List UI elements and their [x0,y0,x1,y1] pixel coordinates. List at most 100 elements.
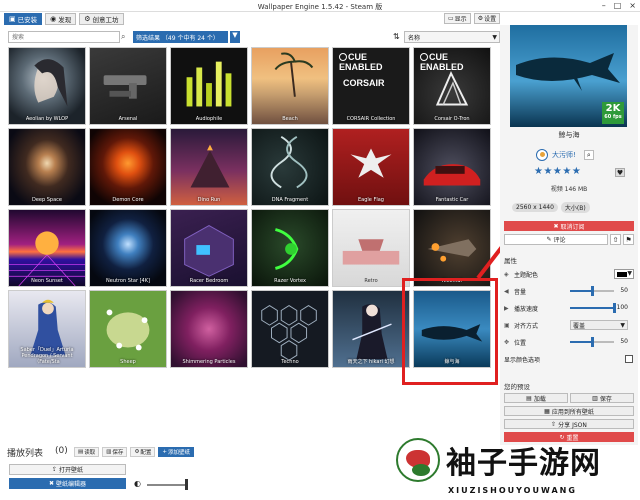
wallpaper-editor-button[interactable]: ✖ 壁纸编辑器 [9,478,126,489]
share-json-label: 分享 JSON [558,421,587,429]
wallpaper-title: Beach [282,116,298,122]
main-tabs: ▣ 已安装 ◉ 发现 ⚙ 创意工坊 [4,13,124,25]
wallpaper-tile[interactable]: CUE ENABLED Corsair O-Tron [413,47,491,125]
brightness-slider-track[interactable] [147,484,187,486]
monitor-icon: ▣ [9,15,16,23]
add-label: 添加壁纸 [168,450,191,456]
volume-slider[interactable] [570,286,614,296]
wallpaper-tile[interactable]: Sheep [89,290,167,368]
color-picker[interactable]: ▼ [614,269,634,279]
settings-button[interactable]: ⚙ 设置 [473,13,501,24]
window-title: Wallpaper Engine 1.5.42 - Steam 版 [257,3,383,11]
wallpaper-tile[interactable]: Saber「Duel」Arturia Pendragon / Servant（F… [8,290,86,368]
brightness-slider-handle[interactable] [185,479,188,490]
wallpaper-title: Arsenal [118,116,138,122]
folder-icon: ▤ [526,394,532,402]
wallpaper-thumbnail [435,71,469,106]
funnel-icon[interactable]: ▼ [230,31,240,43]
wallpaper-tile[interactable]: Techno [251,290,329,368]
search-icon[interactable]: ⌕ [121,32,125,42]
wallpaper-tile[interactable]: Racer Bedroom [170,209,248,287]
comment-button[interactable]: ✎ 评论 [504,234,608,245]
wallpaper-title: Dino Run [197,197,221,203]
wallpaper-tile[interactable]: Arsenal [89,47,167,125]
wallpaper-tile[interactable]: Audiophile [170,47,248,125]
plus-icon: + [162,449,167,455]
wallpaper-thumbnail [34,59,68,107]
maximize-icon[interactable]: □ [614,1,622,10]
add-wallpaper-button[interactable]: + 添加壁纸 [158,447,195,457]
tab-installed[interactable]: ▣ 已安装 [4,13,43,25]
position-slider[interactable] [570,337,614,347]
sort-direction-icon[interactable]: ⇅ [393,32,400,41]
highlight-box [402,278,498,385]
wallpaper-thumbnail [106,309,150,351]
tab-discover[interactable]: ◉ 发现 [45,13,77,25]
filter-bar: ⌕ 筛选结果 （49 个中有 24 个） ▼ ⇅ 名称 ▼ [8,31,500,43]
wallpaper-tile[interactable]: Aeolian by WLOP [8,47,86,125]
wallpaper-tile[interactable]: Dino Run [170,128,248,206]
load-playlist-button[interactable]: ▤ 读取 [74,447,100,457]
open-wallpaper-button[interactable]: ⇪ 打开壁纸 [9,464,126,475]
wallpaper-tile[interactable]: Beach [251,47,329,125]
comment-row: ✎ 评论 ⇧ ⚑ [504,234,634,245]
favorite-heart-icon[interactable]: ♥ [615,168,625,177]
author-name[interactable]: 大污师! [552,150,576,160]
show-color-checkbox[interactable] [625,355,633,363]
comment-label: 评论 [553,237,566,244]
filter-results-button[interactable]: 筛选结果 （49 个中有 24 个） [133,31,228,43]
avatar[interactable] [536,149,548,161]
search-input[interactable] [8,31,120,43]
wallpaper-thumbnail [350,148,392,178]
share-json-button[interactable]: ⇧ 分享 JSON [504,419,634,429]
resolution-badge: 2K [605,103,621,114]
sort-select[interactable]: 名称 ▼ [404,31,500,43]
wallpaper-tile[interactable]: Demon Core [89,128,167,206]
wallpaper-tile[interactable]: Razer Vortex [251,209,329,287]
minimize-icon[interactable]: – [602,1,606,10]
alignment-select[interactable]: 覆盖 ▼ [570,320,628,330]
save-playlist-button[interactable]: ▥ 保存 [102,447,128,457]
apply-all-button[interactable]: ▦ 应用到所有壁纸 [504,406,634,416]
wallpaper-tile[interactable]: Shimmering Particles [170,290,248,368]
configure-playlist-button[interactable]: ⚙ 配置 [130,447,156,457]
wallpaper-tile[interactable]: Neutron Star [4K] [89,209,167,287]
wallpaper-tile[interactable]: 雨天之下 hikari 幻想 [332,290,410,368]
save-preset-button[interactable]: ▥ 保存 [570,393,634,403]
wallpaper-tile[interactable]: DNA Fragment [251,128,329,206]
size-pill: 大小(B) [560,202,590,213]
share-icon[interactable]: ⇧ [610,234,621,245]
wallpaper-tile[interactable]: Neon Sunset [8,209,86,287]
playlist-title: 播放列表 [7,449,44,459]
cue-logo: CUE ENABLED [339,52,383,72]
wallpaper-title: Demon Core [112,197,144,203]
search-author-icon[interactable]: ⌕ [583,150,594,160]
wallpaper-tile[interactable]: Deep Space [8,128,86,206]
load-preset-button[interactable]: ▤ 加载 [504,393,568,403]
alignment-value: 覆盖 [573,323,586,330]
close-icon[interactable]: × [629,1,636,10]
speed-slider[interactable] [570,303,616,313]
wallpaper-thumbnail [423,164,481,186]
wallpaper-tile[interactable]: Ricemaf [413,209,491,287]
wallpaper-tile[interactable]: Retro [332,209,410,287]
flag-icon[interactable]: ⚑ [623,234,634,245]
volume-value: 50 [620,287,628,294]
top-right-buttons: ▭ 显示 ⚙ 设置 [444,13,501,24]
tab-workshop[interactable]: ⚙ 创意工坊 [79,13,124,25]
wallpaper-tile[interactable]: CUE ENABLED CORSAIR CORSAIR Collection [332,47,410,125]
configure-label: 配置 [140,450,152,456]
wallpaper-thumbnail [342,239,400,265]
unsubscribe-button[interactable]: ✖ 取消订阅 [504,221,634,231]
share-icon: ⇧ [551,420,557,428]
display-button[interactable]: ▭ 显示 [444,13,471,24]
position-label: 位置 [514,339,527,347]
presets-title: 您的预设 [504,383,530,391]
volume-icon: ◀ [504,287,509,295]
scheme-color-row: ◈ 主题配色 ▼ [504,268,634,280]
wallpaper-tile[interactable]: Eagle Flag [332,128,410,206]
fps-badge: 60 fps [604,114,622,120]
wallpaper-title: Fantastic Car [435,197,469,203]
wallpaper-tile[interactable]: Fantastic Car [413,128,491,206]
show-color-row: 显示颜色选项 [504,353,634,365]
